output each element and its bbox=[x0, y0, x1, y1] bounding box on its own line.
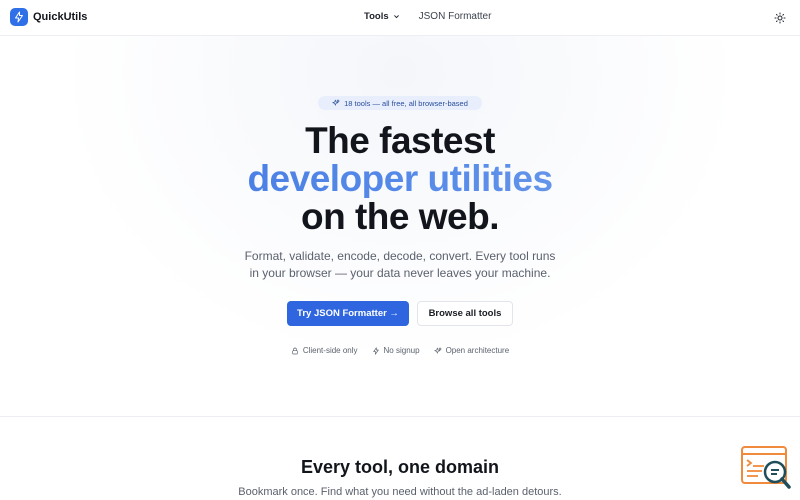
feature-item: Open architecture bbox=[433, 346, 510, 355]
headline-line-2: developer utilities bbox=[0, 160, 800, 198]
tools-menu-button[interactable]: Tools bbox=[364, 11, 400, 22]
tools-count-text: 18 tools — all free, all browser-based bbox=[344, 98, 468, 108]
brand[interactable]: QuickUtils bbox=[10, 8, 87, 26]
lightning-icon bbox=[10, 8, 28, 26]
feature-item: Client-side only bbox=[291, 346, 358, 355]
hero-section: 18 tools — all free, all browser-based T… bbox=[0, 36, 800, 416]
tools-menu-label: Tools bbox=[364, 11, 389, 22]
search-code-icon bbox=[741, 446, 791, 489]
feature-label: Client-side only bbox=[302, 346, 358, 355]
lock-icon bbox=[292, 347, 298, 354]
search-chat-widget-button[interactable] bbox=[740, 445, 792, 491]
section-divider bbox=[0, 416, 800, 417]
brand-name: QuickUtils bbox=[33, 11, 88, 23]
hero-subtitle-line-1: Format, validate, encode, decode, conver… bbox=[244, 249, 556, 263]
sun-icon bbox=[774, 12, 786, 24]
feature-list: Client-side only No signup Open architec… bbox=[0, 346, 800, 355]
hero-subtitle-line-2: in your browser — your data never leaves… bbox=[249, 266, 551, 280]
sparkles-icon bbox=[332, 99, 340, 106]
try-json-formatter-button[interactable]: Try JSON Formatter → bbox=[287, 301, 409, 326]
nav-link-json-formatter[interactable]: JSON Formatter bbox=[419, 11, 492, 22]
section-subtitle: Bookmark once. Find what you need withou… bbox=[238, 486, 562, 498]
theme-toggle-button[interactable] bbox=[773, 11, 787, 25]
section-title: Every tool, one domain bbox=[300, 457, 500, 477]
headline-line-1: The fastest bbox=[305, 120, 495, 161]
lightning-icon bbox=[372, 346, 379, 355]
feature-item: No signup bbox=[372, 346, 420, 355]
top-nav: QuickUtils Tools JSON Formatter bbox=[0, 0, 800, 36]
feature-label: Open architecture bbox=[445, 346, 510, 355]
tools-count-badge: 18 tools — all free, all browser-based bbox=[318, 96, 482, 110]
feature-label: No signup bbox=[383, 346, 420, 355]
sparkles-icon bbox=[433, 346, 442, 354]
headline-line-3: on the web. bbox=[301, 196, 500, 237]
chevron-down-icon bbox=[393, 15, 399, 19]
browse-all-tools-button[interactable]: Browse all tools bbox=[417, 301, 513, 326]
main-nav: Tools JSON Formatter bbox=[364, 11, 491, 22]
